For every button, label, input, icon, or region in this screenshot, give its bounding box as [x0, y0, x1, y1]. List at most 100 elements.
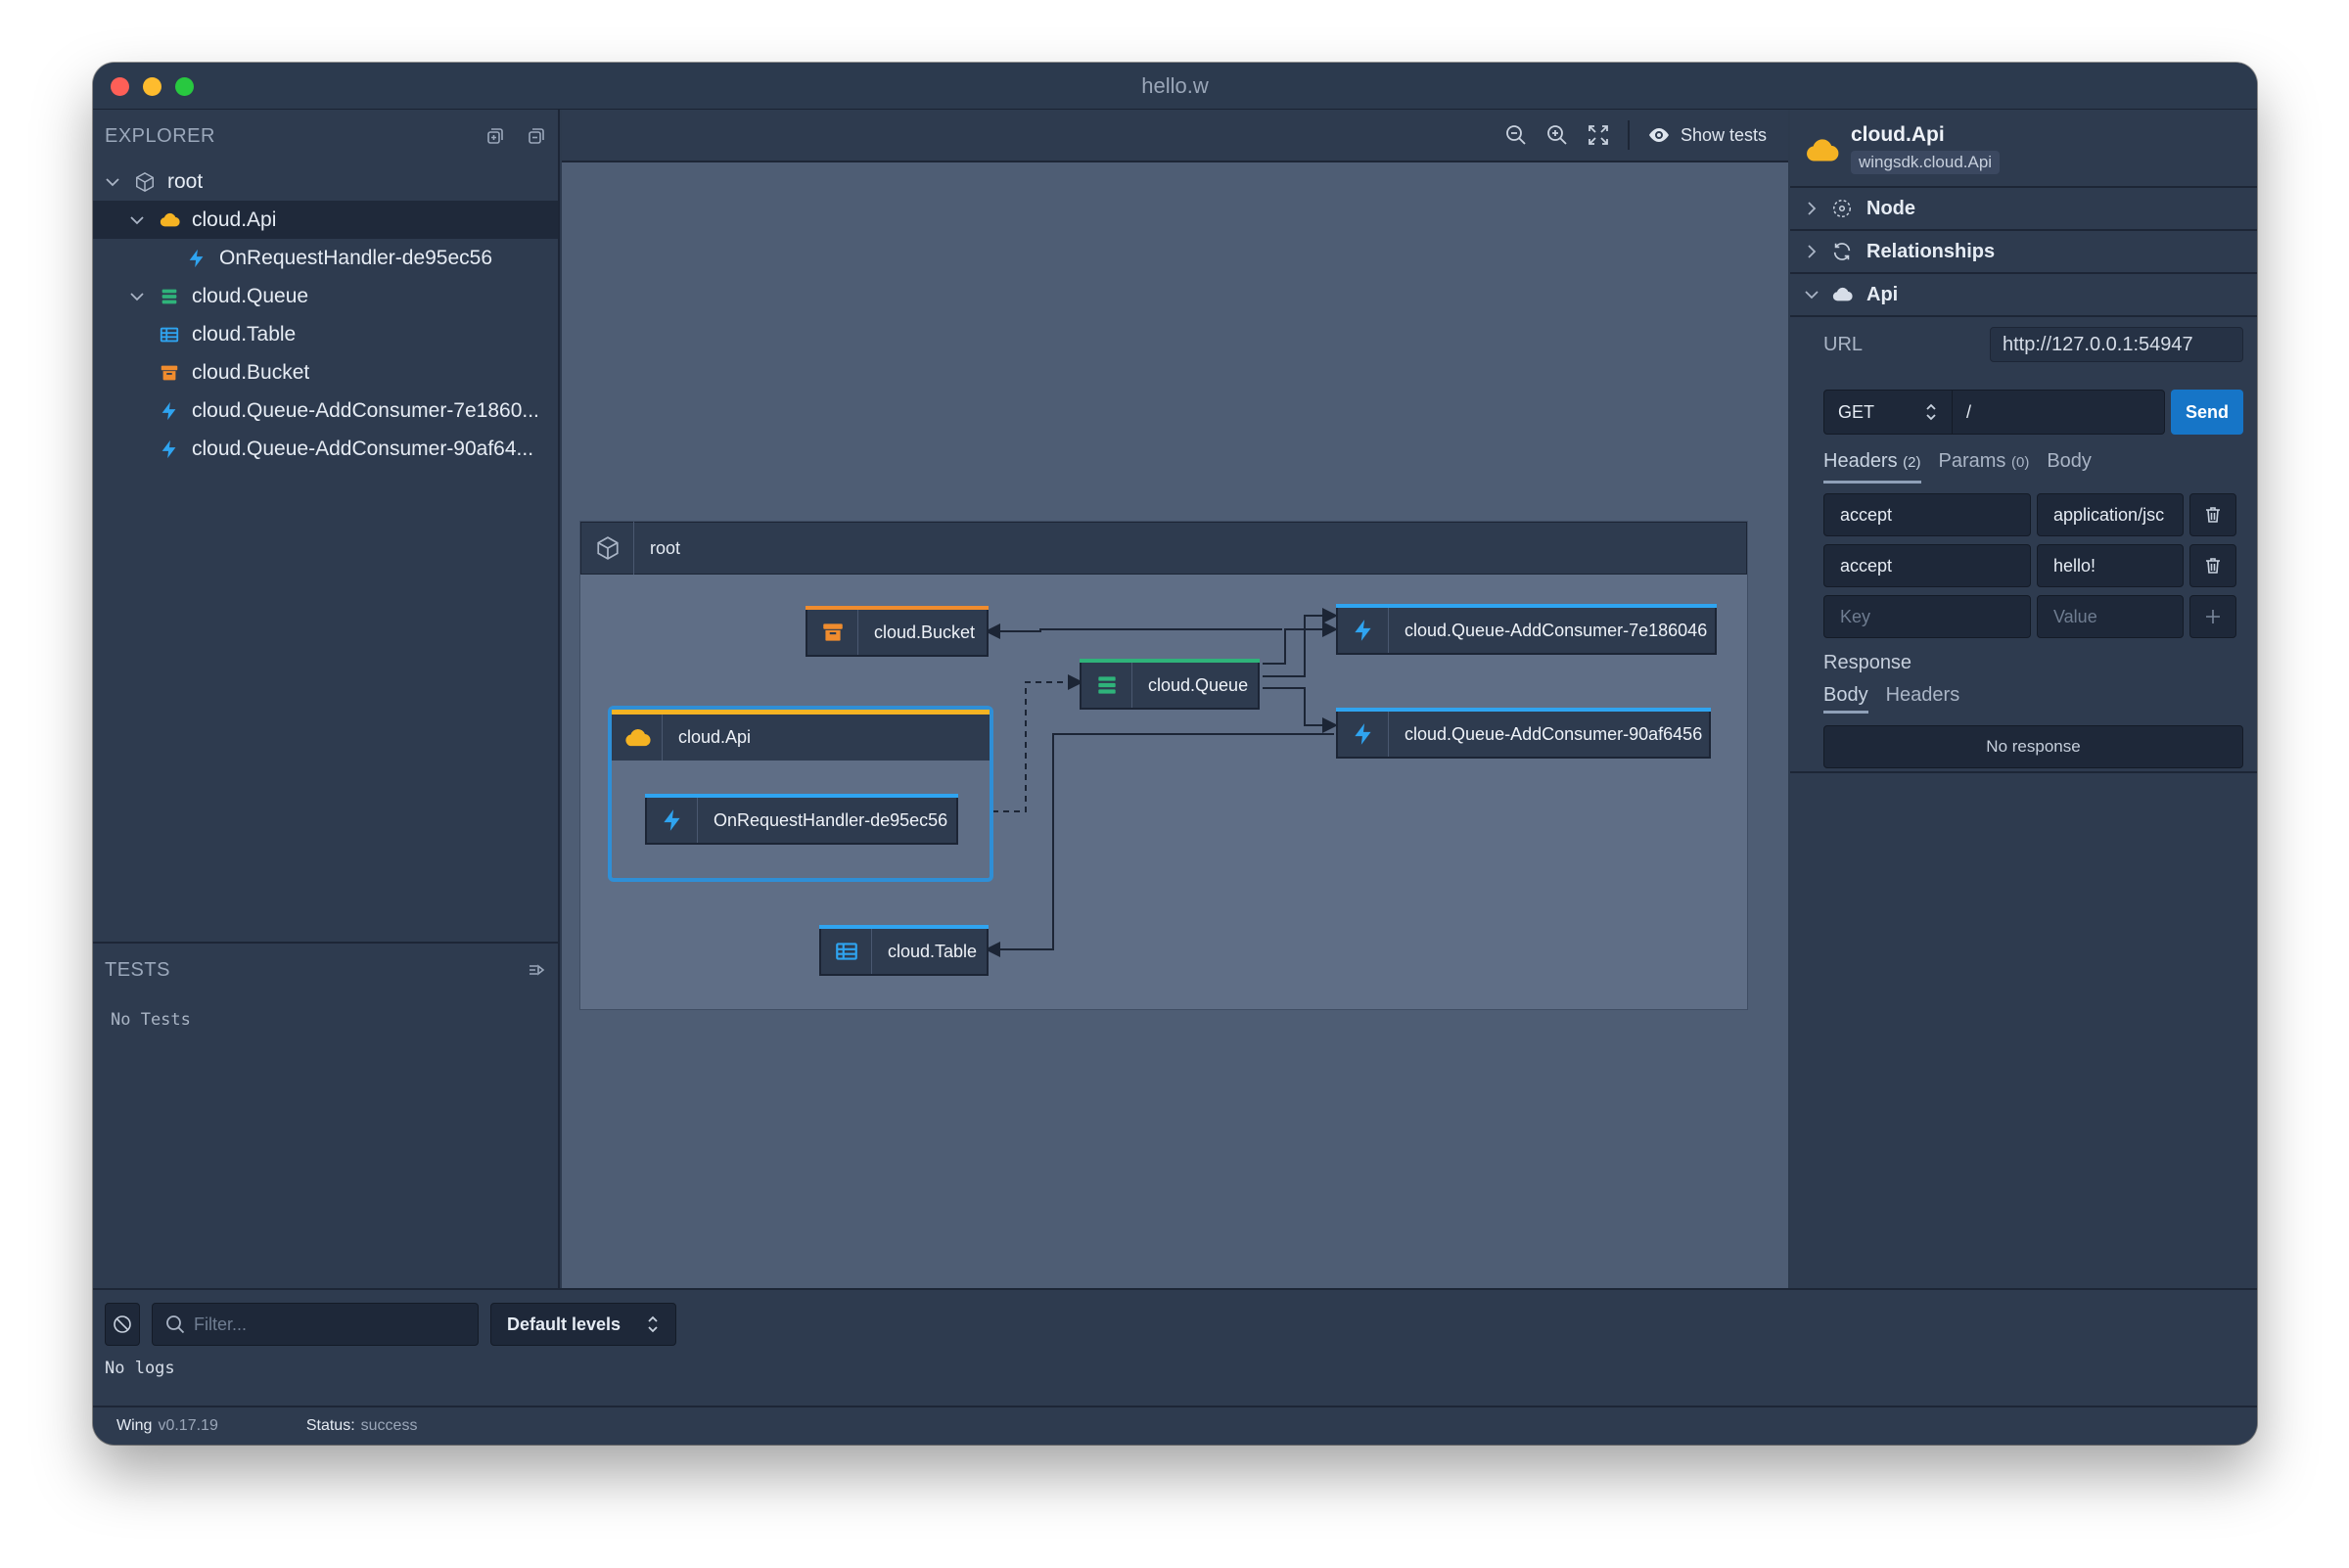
show-tests-toggle[interactable]: Show tests: [1647, 123, 1767, 147]
add-header-button[interactable]: [2189, 595, 2236, 638]
app-version: v0.17.19: [158, 1417, 218, 1434]
node-consumer-90af6456[interactable]: cloud.Queue-AddConsumer-90af6456: [1336, 708, 1711, 759]
header-key-input[interactable]: accept: [1823, 544, 2031, 587]
section-relationships[interactable]: Relationships: [1790, 231, 2257, 274]
root-group[interactable]: root cloud.Bucket cloud.Queue cloud.Queu…: [579, 521, 1748, 1010]
url-label: URL: [1823, 333, 1864, 355]
node-consumer-7e186046[interactable]: cloud.Queue-AddConsumer-7e186046: [1336, 604, 1717, 655]
table-icon: [835, 943, 857, 960]
inspector-panel: cloud.Api wingsdk.cloud.Api Node Relatio…: [1790, 110, 2257, 1288]
tree-item-consumer-7e1860[interactable]: cloud.Queue-AddConsumer-7e1860...: [93, 392, 558, 430]
run-tests-icon[interactable]: [527, 960, 546, 980]
node-cloud-queue[interactable]: cloud.Queue: [1080, 659, 1260, 710]
chevron-down-icon[interactable]: [129, 212, 145, 228]
expand-all-icon[interactable]: [485, 126, 505, 146]
send-button[interactable]: Send: [2171, 390, 2243, 435]
explorer-header: EXPLORER: [93, 110, 558, 162]
fit-view-icon[interactable]: [1587, 123, 1610, 147]
tree-item-cloud-api[interactable]: cloud.Api: [93, 201, 558, 239]
app-window: hello.w EXPLORER root cloud.Api OnReques…: [93, 63, 2257, 1445]
tree-item-cloud-queue[interactable]: cloud.Queue: [93, 277, 558, 315]
node-label: cloud.Queue-AddConsumer-90af6456: [1405, 723, 1703, 744]
bucket-icon: [822, 623, 843, 641]
close-window-button[interactable]: [111, 77, 129, 96]
node-accent-bar: [1080, 659, 1260, 663]
new-header-value-input[interactable]: Value: [2037, 595, 2184, 638]
cube-icon: [136, 171, 154, 192]
api-group-header[interactable]: cloud.Api: [612, 710, 990, 761]
tree-item-consumer-90af64[interactable]: cloud.Queue-AddConsumer-90af64...: [93, 430, 558, 468]
collapse-all-icon[interactable]: [527, 126, 546, 146]
path-input[interactable]: /: [1953, 390, 2165, 435]
no-response-box: No response: [1823, 725, 2243, 768]
header-value-input[interactable]: application/jsc: [2037, 493, 2184, 536]
plus-icon: [2206, 610, 2220, 623]
tab-params[interactable]: Params (0): [1939, 450, 2030, 484]
header-key-input[interactable]: accept: [1823, 493, 2031, 536]
chevron-right-icon: [1808, 202, 1817, 215]
delete-header-button[interactable]: [2189, 544, 2236, 587]
inspector-subtitle: wingsdk.cloud.Api: [1851, 151, 2001, 174]
new-header-key-input[interactable]: Key: [1823, 595, 2031, 638]
lightning-icon: [1354, 620, 1371, 641]
maximize-window-button[interactable]: [175, 77, 194, 96]
canvas-toolbar: Show tests: [562, 110, 1788, 162]
tab-body[interactable]: Body: [2047, 450, 2092, 484]
node-onrequesthandler[interactable]: OnRequestHandler-de95ec56: [645, 794, 958, 845]
refresh-icon: [1833, 243, 1851, 260]
tab-headers-label: Headers: [1823, 450, 1898, 472]
section-node[interactable]: Node: [1790, 188, 2257, 231]
node-accent-bar: [1336, 708, 1711, 712]
method-select[interactable]: GET: [1823, 390, 1953, 435]
node-cloud-table[interactable]: cloud.Table: [819, 925, 989, 976]
cloud-icon: [1832, 287, 1853, 301]
tree-item-label: cloud.Api: [192, 208, 277, 231]
no-logs-text: No logs: [105, 1359, 175, 1378]
response-tab-body[interactable]: Body: [1823, 684, 1868, 714]
table-icon: [160, 327, 179, 342]
zoom-in-icon[interactable]: [1545, 123, 1569, 147]
node-icon-box: [821, 929, 872, 974]
tree-item-root[interactable]: root: [93, 162, 558, 201]
eye-icon: [1648, 128, 1669, 142]
edge-queue-consumer1b: [1263, 622, 1338, 665]
header-value-input[interactable]: hello!: [2037, 544, 2184, 587]
edge-queue-consumer2: [1263, 687, 1338, 733]
minimize-window-button[interactable]: [143, 77, 161, 96]
method-value: GET: [1838, 401, 1875, 422]
tree-item-label: cloud.Bucket: [192, 360, 310, 384]
tab-headers[interactable]: Headers (2): [1823, 450, 1921, 484]
show-tests-label: Show tests: [1680, 124, 1767, 145]
new-header-row: Key Value: [1823, 595, 2243, 638]
lightning-icon: [161, 401, 176, 420]
explorer-title: EXPLORER: [105, 124, 215, 147]
delete-header-button[interactable]: [2189, 493, 2236, 536]
chevron-down-icon[interactable]: [129, 289, 145, 304]
node-icon-box: [1082, 663, 1132, 708]
log-levels-select[interactable]: Default levels: [490, 1303, 676, 1346]
url-field[interactable]: http://127.0.0.1:54947: [1990, 327, 2243, 362]
explorer-panel: EXPLORER root cloud.Api OnRequestHandler…: [93, 110, 560, 1288]
tree-item-cloud-table[interactable]: cloud.Table: [93, 315, 558, 353]
log-filter-input[interactable]: Filter...: [152, 1303, 479, 1346]
node-cloud-bucket[interactable]: cloud.Bucket: [806, 606, 989, 657]
queue-icon: [1097, 676, 1116, 694]
tree-item-label: cloud.Queue-AddConsumer-7e1860...: [192, 398, 539, 422]
section-api[interactable]: Api: [1790, 274, 2257, 317]
tree-item-cloud-bucket[interactable]: cloud.Bucket: [93, 353, 558, 392]
node-cloud-api-group[interactable]: cloud.Api OnRequestHandler-de95ec56: [608, 706, 993, 882]
chevron-down-icon: [1805, 291, 1819, 300]
block-icon: [114, 1315, 131, 1333]
response-tab-headers[interactable]: Headers: [1886, 684, 1960, 714]
tree-item-onrequesthandler[interactable]: OnRequestHandler-de95ec56: [93, 239, 558, 277]
clear-logs-button[interactable]: [105, 1303, 140, 1346]
node-label: cloud.Table: [888, 941, 978, 961]
node-icon-box: [612, 715, 663, 761]
zoom-out-icon[interactable]: [1504, 123, 1528, 147]
chevron-down-icon[interactable]: [105, 174, 120, 190]
map-canvas[interactable]: Show tests root cloud.Bucket cloud.Queue…: [562, 110, 1788, 1288]
node-accent-bar: [645, 794, 958, 798]
section-relationships-label: Relationships: [1866, 240, 1996, 262]
select-arrows-icon: [648, 1315, 658, 1333]
request-tabs: Headers (2) Params (0) Body: [1823, 450, 2243, 484]
